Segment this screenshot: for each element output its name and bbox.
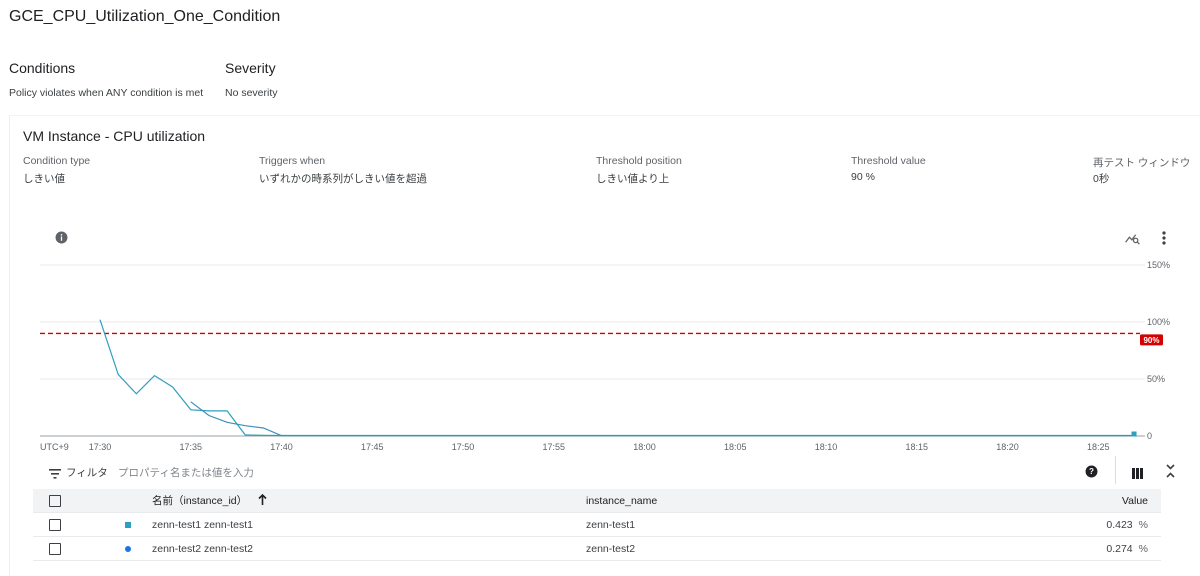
x-tick-label: 18:00 (633, 442, 656, 452)
name-column-header[interactable]: 名前（instance_id） (152, 489, 586, 513)
svg-text:?: ? (1089, 467, 1094, 476)
condition-title: VM Instance - CPU utilization (23, 128, 206, 144)
x-tick-label: 18:15 (905, 442, 928, 452)
condition-type-label: Condition type (23, 155, 91, 167)
row-select-cell (33, 512, 107, 537)
conditions-text: Policy violates when ANY condition is me… (9, 87, 204, 99)
value-column-header[interactable]: Value (1028, 489, 1161, 513)
collapse-icon[interactable] (1166, 464, 1175, 483)
more-vert-icon[interactable] (1158, 230, 1170, 246)
x-tick-label: 18:20 (996, 442, 1019, 452)
x-tick-label: 17:45 (361, 442, 384, 452)
threshold-position-label: Threshold position (596, 155, 682, 167)
legend-cell (107, 512, 152, 537)
triggers-when-label: Triggers when (259, 155, 326, 167)
name-cell: zenn-test2 zenn-test2 (152, 536, 586, 561)
info-icon[interactable] (54, 230, 68, 244)
toolbar-divider (1115, 456, 1116, 484)
x-tick-label: 17:40 (270, 442, 293, 452)
severity-heading: Severity (225, 60, 276, 76)
row-select-cell (33, 536, 107, 561)
x-tick-label: 18:10 (815, 442, 838, 452)
series-line-1 (99, 319, 1135, 437)
retest-window-label: 再テスト ウィンドウ (1093, 157, 1191, 169)
table-row[interactable]: zenn-test2 zenn-test2 zenn-test2 0.274% (33, 536, 1161, 561)
value-unit: % (1138, 542, 1148, 555)
series-line-2 (190, 401, 1135, 437)
column-display-icon[interactable] (1132, 466, 1143, 484)
series-circle-icon (125, 545, 131, 552)
series-table: 名前（instance_id） instance_name Value zenn… (33, 489, 1161, 561)
row-checkbox[interactable] (49, 542, 61, 555)
select-all-checkbox[interactable] (49, 494, 61, 507)
filter-input[interactable]: プロパティ名または値を入力 (118, 465, 254, 480)
x-tick-label: 17:50 (452, 442, 475, 452)
x-tick-label: 17:55 (542, 442, 565, 452)
severity-text: No severity (225, 87, 278, 99)
row-checkbox[interactable] (49, 518, 61, 531)
value-text: 0.274 (1106, 542, 1133, 555)
help-icon[interactable]: ? (1085, 465, 1098, 483)
value-cell: 0.423% (1028, 512, 1161, 537)
retest-window-value: 0秒 (1093, 173, 1110, 185)
series-end-marker (1131, 431, 1137, 437)
instance-name-cell: zenn-test1 (586, 512, 1028, 537)
table-header-row: 名前（instance_id） instance_name Value (33, 489, 1161, 513)
filter-icon[interactable] (49, 466, 61, 484)
x-tick-label: 17:30 (89, 442, 112, 452)
y-tick-label: 150% (1147, 260, 1170, 270)
legend-cell (107, 536, 152, 561)
select-all-cell (33, 489, 107, 513)
table-row[interactable]: zenn-test1 zenn-test1 zenn-test1 0.423% (33, 512, 1161, 537)
instance-name-cell: zenn-test2 (586, 536, 1028, 561)
triggers-when-value: いずれかの時系列がしきい値を超過 (259, 173, 427, 185)
arrow-up-icon[interactable] (258, 493, 267, 508)
x-tick-label: 18:05 (724, 442, 747, 452)
timezone-label: UTC+9 (40, 442, 69, 452)
value-unit: % (1138, 518, 1148, 531)
page-title: GCE_CPU_Utilization_One_Condition (9, 8, 281, 25)
y-tick-label: 50% (1147, 374, 1165, 384)
name-header-label: 名前（instance_id） (152, 494, 248, 507)
threshold-value-label: Threshold value (851, 155, 926, 167)
conditions-heading: Conditions (9, 60, 76, 76)
condition-type-value: しきい値 (23, 173, 65, 185)
cpu-utilization-chart: 150% 100% 50% 0 UTC+9 17:30 17:35 17:40 17:45 17:… (40, 260, 1170, 452)
threshold-position-value: しきい値より上 (596, 173, 670, 185)
series-square-icon (125, 521, 131, 528)
legend-header-cell (107, 489, 152, 513)
value-cell: 0.274% (1028, 536, 1161, 561)
threshold-value-value: 90 % (851, 171, 875, 183)
filter-bar: フィルタ プロパティ名または値を入力 ? (40, 456, 1175, 484)
x-tick-label: 18:25 (1087, 442, 1110, 452)
filter-label[interactable]: フィルタ (66, 465, 108, 480)
threshold-badge-label: 90% (1143, 336, 1159, 345)
x-tick-label: 17:35 (179, 442, 202, 452)
instance-name-column-header[interactable]: instance_name (586, 489, 1028, 513)
y-tick-label: 100% (1147, 317, 1170, 327)
explore-chart-icon[interactable] (1124, 231, 1140, 245)
y-tick-label: 0 (1147, 431, 1152, 441)
name-cell: zenn-test1 zenn-test1 (152, 512, 586, 537)
value-text: 0.423 (1106, 518, 1133, 531)
